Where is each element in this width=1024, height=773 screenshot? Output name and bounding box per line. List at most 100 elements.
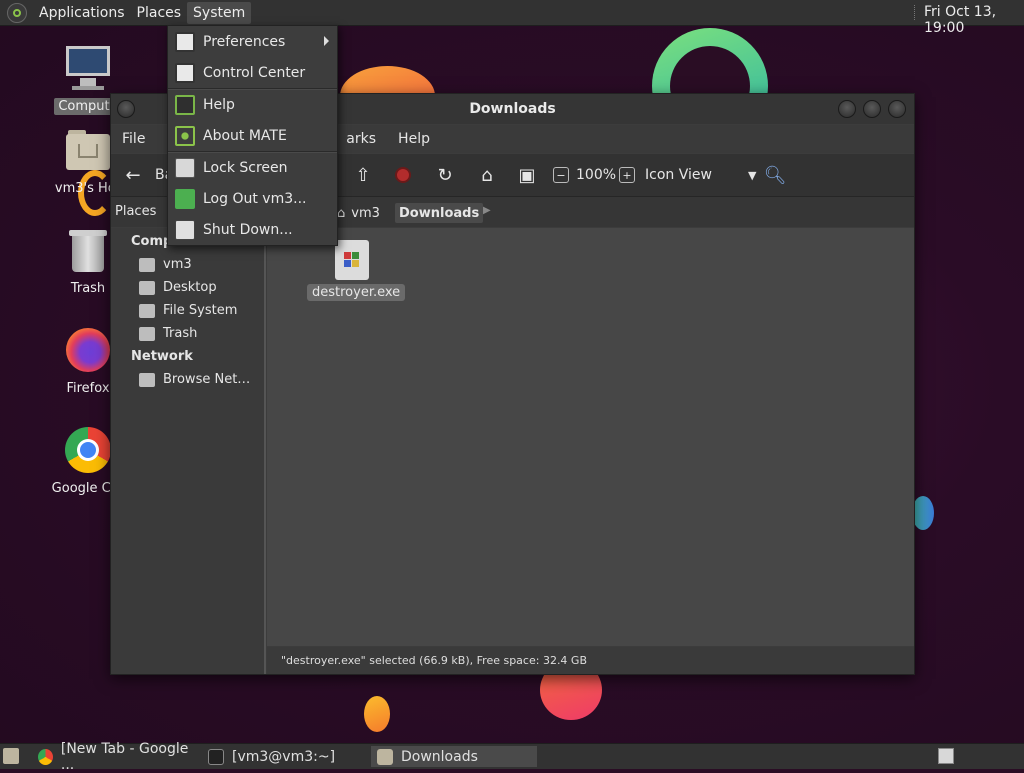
menu-item-label: Log Out vm3... [203, 191, 307, 207]
minimize-button[interactable] [838, 100, 856, 118]
breadcrumb-label: vm3 [351, 205, 380, 221]
menu-item-help[interactable]: Help [168, 90, 337, 120]
reload-icon: ↻ [437, 164, 453, 186]
task-label: [vm3@vm3:~] [232, 748, 336, 765]
view-mode-select[interactable]: Icon View ▼ [645, 164, 756, 186]
sidebar-item-browse-network[interactable]: Browse Net… [139, 372, 250, 387]
workspace-switcher[interactable] [938, 748, 954, 764]
desktop-folder-icon [139, 280, 155, 295]
stop-button[interactable] [395, 164, 411, 186]
task-chrome[interactable]: [New Tab - Google ... [32, 741, 196, 773]
task-label: Downloads [401, 748, 478, 765]
shutdown-icon [175, 220, 195, 240]
view-mode-value: Icon View [645, 167, 712, 183]
menu-item-control-center[interactable]: Control Center [168, 58, 337, 88]
firefox-icon [64, 326, 112, 374]
drive-icon [139, 303, 155, 318]
chrome-icon [38, 748, 53, 765]
menu-item-log-out[interactable]: Log Out vm3... [168, 184, 337, 214]
status-bar: "destroyer.exe" selected (66.9 kB), Free… [267, 647, 914, 674]
menu-bookmarks[interactable]: arks [335, 131, 387, 147]
panel-separator [914, 5, 917, 20]
zoom-out-icon: − [553, 167, 569, 183]
menu-item-preferences[interactable]: Preferences [168, 27, 337, 57]
reload-button[interactable]: ↻ [435, 164, 455, 186]
task-downloads[interactable]: Downloads [371, 746, 537, 767]
menu-item-label: About MATE [203, 128, 287, 144]
desktop-icon-label: Firefox [66, 381, 110, 396]
zoom-in-button[interactable]: + [619, 164, 635, 186]
trash-icon [139, 326, 155, 341]
places-sidebar: Computer vm3 Desktop File System Trash N… [111, 228, 266, 674]
maximize-button[interactable] [863, 100, 881, 118]
system-menu[interactable]: System [187, 1, 252, 24]
menu-file[interactable]: File [111, 131, 156, 147]
file-view[interactable]: destroyer.exe [267, 228, 914, 646]
menu-item-about-mate[interactable]: About MATE [168, 121, 337, 151]
menu-help[interactable]: Help [387, 131, 441, 147]
sidebar-item-label: Browse Net… [163, 372, 251, 387]
places-menu[interactable]: Places [131, 2, 188, 24]
sidebar-item-label: File System [163, 303, 238, 318]
applications-menu[interactable]: Applications [33, 2, 131, 24]
window-title: Downloads [469, 101, 556, 117]
search-button[interactable]: 🔍︎ [763, 164, 787, 186]
bottom-panel: [New Tab - Google ... [vm3@vm3:~] Downlo… [0, 741, 1024, 773]
chrome-icon [64, 426, 112, 474]
chevron-right-icon[interactable]: ▶ [483, 205, 491, 216]
breadcrumb-downloads[interactable]: Downloads [395, 203, 484, 223]
sidebar-item-label: Desktop [163, 280, 217, 295]
trash-icon [64, 226, 112, 274]
show-desktop-icon[interactable] [3, 748, 19, 764]
menu-item-label: Lock Screen [203, 160, 288, 176]
window-menu-button[interactable] [117, 100, 135, 118]
sidebar-heading-network: Network [131, 349, 193, 364]
task-terminal[interactable]: [vm3@vm3:~] [202, 746, 366, 767]
menu-item-label: Control Center [203, 65, 306, 81]
side-pane-selector[interactable]: Places [115, 204, 156, 219]
menu-item-shut-down[interactable]: Shut Down... [168, 215, 337, 245]
lock-screen-icon [175, 158, 195, 178]
up-button[interactable]: ⇧ [353, 164, 373, 186]
computer-button[interactable]: ▣ [517, 164, 537, 186]
up-arrow-icon: ⇧ [355, 164, 371, 186]
clock[interactable]: Fri Oct 13, 19:00 [924, 4, 1024, 36]
sidebar-item-trash[interactable]: Trash [139, 326, 197, 341]
submenu-arrow-icon [324, 36, 329, 46]
wallpaper-blob [912, 496, 934, 530]
terminal-icon [208, 748, 224, 765]
desktop-icon-label: Trash [70, 281, 106, 296]
search-icon: 🔍︎ [763, 164, 787, 186]
system-dropdown-menu: Preferences Control Center Help About MA… [167, 25, 338, 246]
sidebar-item-desktop[interactable]: Desktop [139, 280, 217, 295]
sidebar-item-file-system[interactable]: File System [139, 303, 237, 318]
back-button[interactable]: ← Ba [123, 164, 173, 186]
breadcrumb-vm3[interactable]: ⌂ vm3 [333, 203, 384, 223]
folder-icon [377, 748, 393, 765]
sidebar-item-vm3[interactable]: vm3 [139, 257, 192, 272]
file-item-destroyer[interactable]: destroyer.exe [307, 240, 406, 301]
menu-item-lock-screen[interactable]: Lock Screen [168, 153, 337, 183]
close-button[interactable] [888, 100, 906, 118]
zoom-level[interactable]: 100% [576, 164, 616, 186]
status-text: "destroyer.exe" selected (66.9 kB), Free… [281, 654, 588, 667]
chevron-down-icon: ▼ [747, 168, 757, 182]
home-button[interactable]: ⌂ [477, 164, 497, 186]
preferences-icon [175, 32, 195, 52]
home-folder-icon: ⌂ [337, 205, 346, 221]
computer-icon [64, 44, 112, 92]
stop-icon [395, 167, 411, 183]
menu-item-label: Shut Down... [203, 222, 293, 238]
menu-item-label: Preferences [203, 34, 286, 50]
mate-logo-icon[interactable] [7, 2, 27, 23]
computer-icon: ▣ [518, 164, 536, 186]
home-folder-icon: ⌂ [481, 164, 493, 186]
control-center-icon [175, 63, 195, 83]
zoom-out-button[interactable]: − [553, 164, 569, 186]
mate-logo-icon [175, 126, 195, 146]
breadcrumb-label: Downloads [399, 205, 480, 221]
network-icon [139, 372, 155, 387]
home-folder-icon [139, 257, 155, 272]
back-arrow-icon: ← [125, 164, 141, 186]
executable-file-icon [335, 240, 369, 280]
